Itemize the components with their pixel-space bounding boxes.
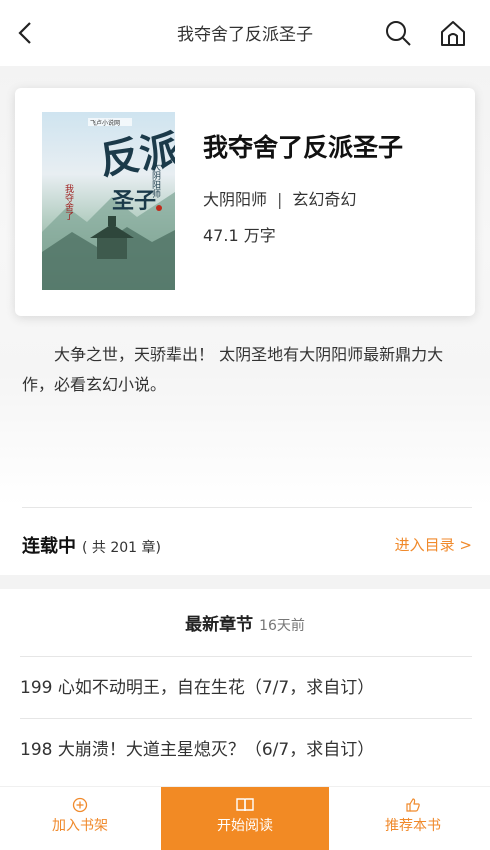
add-to-shelf-label: 加入书架 (52, 818, 108, 834)
book-author[interactable]: 大阴阳师 (203, 190, 267, 209)
open-book-icon (236, 798, 254, 812)
cover-title-big: 反派 (97, 126, 175, 184)
status-label: 连载中 (22, 536, 76, 557)
back-icon[interactable] (12, 18, 40, 48)
chapter-item[interactable]: 199 心如不动明王，自在生花（7/7，求自订） (20, 656, 472, 718)
chapter-count: ( 共 201 章) (82, 540, 161, 556)
section-divider (0, 575, 490, 589)
serial-status-row: 连载中 ( 共 201 章) 进入目录 > (22, 507, 472, 575)
page-title: 我夺舍了反派圣子 (177, 25, 313, 45)
top-bar: 我夺舍了反派圣子 (0, 0, 490, 66)
toc-link[interactable]: 进入目录 > (395, 534, 472, 555)
latest-update-time: 16天前 (259, 618, 305, 634)
recommend-label: 推荐本书 (385, 818, 441, 834)
start-reading-label: 开始阅读 (217, 818, 273, 834)
serial-status: 连载中 ( 共 201 章) (22, 532, 161, 558)
search-icon[interactable] (383, 18, 413, 48)
book-cover[interactable]: 反派 我夺舍了 圣子 大阴阳师 飞卢小说网 (42, 112, 175, 290)
recommend-button[interactable]: 推荐本书 (370, 787, 456, 850)
chapter-item[interactable]: 198 大崩溃！大道主星熄灭？（6/7，求自订） (20, 718, 472, 780)
thumbs-up-icon (406, 798, 420, 812)
chapter-list: 199 心如不动明王，自在生花（7/7，求自订） 198 大崩溃！大道主星熄灭？… (20, 656, 472, 780)
meta-separator: | (277, 190, 283, 209)
cover-art: 反派 我夺舍了 圣子 大阴阳师 飞卢小说网 (42, 118, 175, 290)
latest-chapters-heading: 最新章节 16天前 (0, 610, 490, 635)
cover-publisher: 飞卢小说网 (90, 119, 120, 127)
book-title: 我夺舍了反派圣子 (203, 133, 404, 162)
bottom-action-bar: 加入书架 开始阅读 推荐本书 (0, 786, 490, 850)
latest-chapters-title: 最新章节 (185, 615, 254, 635)
start-reading-button[interactable]: 开始阅读 (161, 787, 329, 850)
book-word-count: 47.1 万字 (203, 226, 276, 245)
cover-title-small: 我夺舍了 (63, 184, 74, 220)
cover-author: 大阴阳师 (150, 161, 161, 199)
book-category[interactable]: 玄幻奇幻 (292, 190, 356, 209)
home-icon[interactable] (438, 18, 468, 48)
plus-circle-icon (72, 797, 88, 813)
book-meta: 大阴阳师 | 玄幻奇幻 (203, 186, 356, 210)
book-card: 反派 我夺舍了 圣子 大阴阳师 飞卢小说网 我夺舍了反派圣子 大阴阳师 | 玄幻奇幻… (15, 88, 475, 316)
book-intro: 大争之世，天骄辈出！ 太阴圣地有大阴阳师最新鼎力大作，必看玄幻小说。 (22, 345, 444, 394)
add-to-shelf-button[interactable]: 加入书架 (40, 787, 120, 850)
